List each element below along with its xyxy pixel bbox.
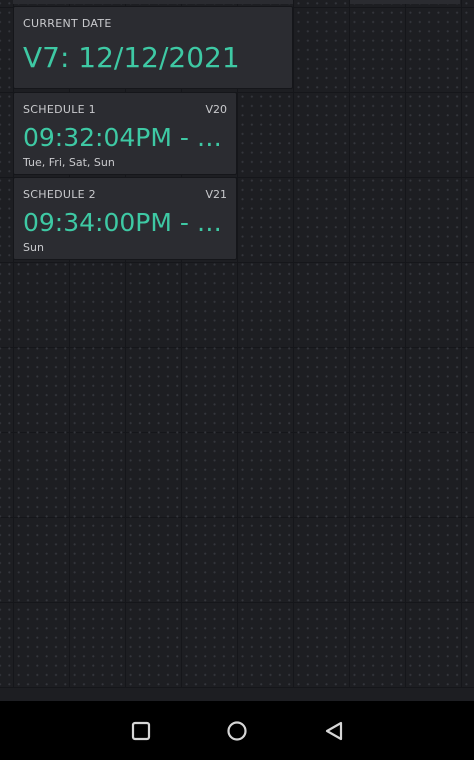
- circle-icon: [227, 721, 247, 741]
- schedule-1-widget[interactable]: SCHEDULE 1 V20 09:32:04PM - 0... Tue, Fr…: [13, 92, 237, 175]
- home-button[interactable]: [225, 719, 249, 743]
- schedule-2-widget[interactable]: SCHEDULE 2 V21 09:34:00PM - 0... Sun: [13, 177, 237, 260]
- top-widget-edge: [13, 0, 293, 4]
- current-date-widget[interactable]: CURRENT DATE V7: 12/12/2021: [13, 6, 293, 89]
- schedule-label: SCHEDULE 2: [23, 188, 96, 201]
- schedule-days: Tue, Fri, Sat, Sun: [23, 156, 115, 169]
- square-icon: [131, 721, 151, 741]
- schedule-days: Sun: [23, 241, 44, 254]
- triangle-back-icon: [325, 721, 343, 741]
- schedule-time: 09:34:00PM - 0...: [23, 208, 231, 237]
- recents-button[interactable]: [129, 719, 153, 743]
- canvas-footer: [0, 688, 474, 702]
- navigation-bar: [0, 701, 474, 760]
- back-button[interactable]: [322, 719, 346, 743]
- schedule-label: SCHEDULE 1: [23, 103, 96, 116]
- schedule-time: 09:32:04PM - 0...: [23, 123, 231, 152]
- current-date-label: CURRENT DATE: [23, 17, 112, 30]
- current-date-value: V7: 12/12/2021: [23, 41, 240, 74]
- top-widget-edge-right: [350, 0, 460, 4]
- schedule-pin: V20: [205, 103, 227, 116]
- schedule-pin: V21: [205, 188, 227, 201]
